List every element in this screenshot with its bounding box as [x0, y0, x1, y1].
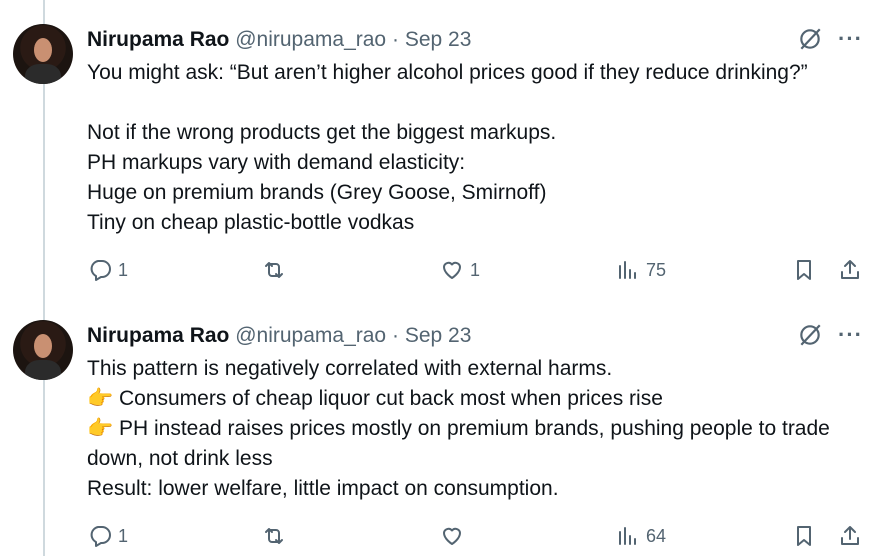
- bookmark-icon: [797, 526, 811, 546]
- view-count: 64: [646, 525, 667, 546]
- more-options-button[interactable]: ···: [838, 322, 863, 348]
- more-options-button[interactable]: ···: [838, 26, 863, 52]
- author-name[interactable]: Nirupama Rao: [87, 28, 229, 51]
- share-icon: [841, 260, 859, 279]
- like-button[interactable]: [440, 524, 470, 548]
- reply-count: 1: [118, 525, 129, 546]
- separator-dot: ·: [391, 324, 399, 347]
- retweet-button[interactable]: [262, 258, 292, 282]
- retweet-button[interactable]: [262, 524, 292, 548]
- tweet-header: Nirupama Rao @nirupama_rao · Sep 23: [87, 324, 471, 348]
- tweet-text: This pattern is negatively correlated wi…: [87, 357, 830, 500]
- heart-icon: [443, 261, 461, 279]
- view-count: 75: [646, 259, 667, 280]
- avatar[interactable]: [13, 320, 73, 380]
- share-button[interactable]: [838, 524, 862, 548]
- analytics-icon: [619, 527, 636, 545]
- views-button[interactable]: 64: [616, 524, 666, 548]
- reply-button[interactable]: 1: [88, 258, 128, 282]
- author-handle[interactable]: @nirupama_rao: [235, 324, 386, 347]
- grok-icon[interactable]: [797, 322, 823, 348]
- tweet-header: Nirupama Rao @nirupama_rao · Sep 23: [87, 28, 471, 52]
- retweet-icon: [265, 528, 283, 544]
- tweet-date[interactable]: Sep 23: [405, 28, 472, 51]
- tweet[interactable]: Nirupama Rao @nirupama_rao · Sep 23 ··· …: [0, 300, 878, 556]
- reply-icon: [90, 526, 111, 547]
- tweet-date[interactable]: Sep 23: [405, 324, 472, 347]
- like-button[interactable]: 1: [440, 258, 480, 282]
- views-button[interactable]: 75: [616, 258, 666, 282]
- tweet[interactable]: Nirupama Rao @nirupama_rao · Sep 23 ··· …: [0, 0, 878, 300]
- tweet-text: You might ask: “But aren’t higher alcoho…: [87, 61, 808, 234]
- heart-icon: [443, 527, 461, 545]
- avatar[interactable]: [13, 24, 73, 84]
- bookmark-button[interactable]: [792, 524, 816, 548]
- share-button[interactable]: [838, 258, 862, 282]
- reply-button[interactable]: 1: [88, 524, 128, 548]
- reply-icon: [90, 260, 111, 281]
- retweet-icon: [265, 262, 283, 278]
- author-handle[interactable]: @nirupama_rao: [235, 28, 386, 51]
- bookmark-icon: [797, 260, 811, 280]
- author-name[interactable]: Nirupama Rao: [87, 324, 229, 347]
- reply-count: 1: [118, 259, 129, 280]
- like-count: 1: [470, 259, 481, 280]
- bookmark-button[interactable]: [792, 258, 816, 282]
- separator-dot: ·: [391, 28, 399, 51]
- grok-icon[interactable]: [797, 26, 823, 52]
- share-icon: [841, 526, 859, 545]
- analytics-icon: [619, 261, 636, 279]
